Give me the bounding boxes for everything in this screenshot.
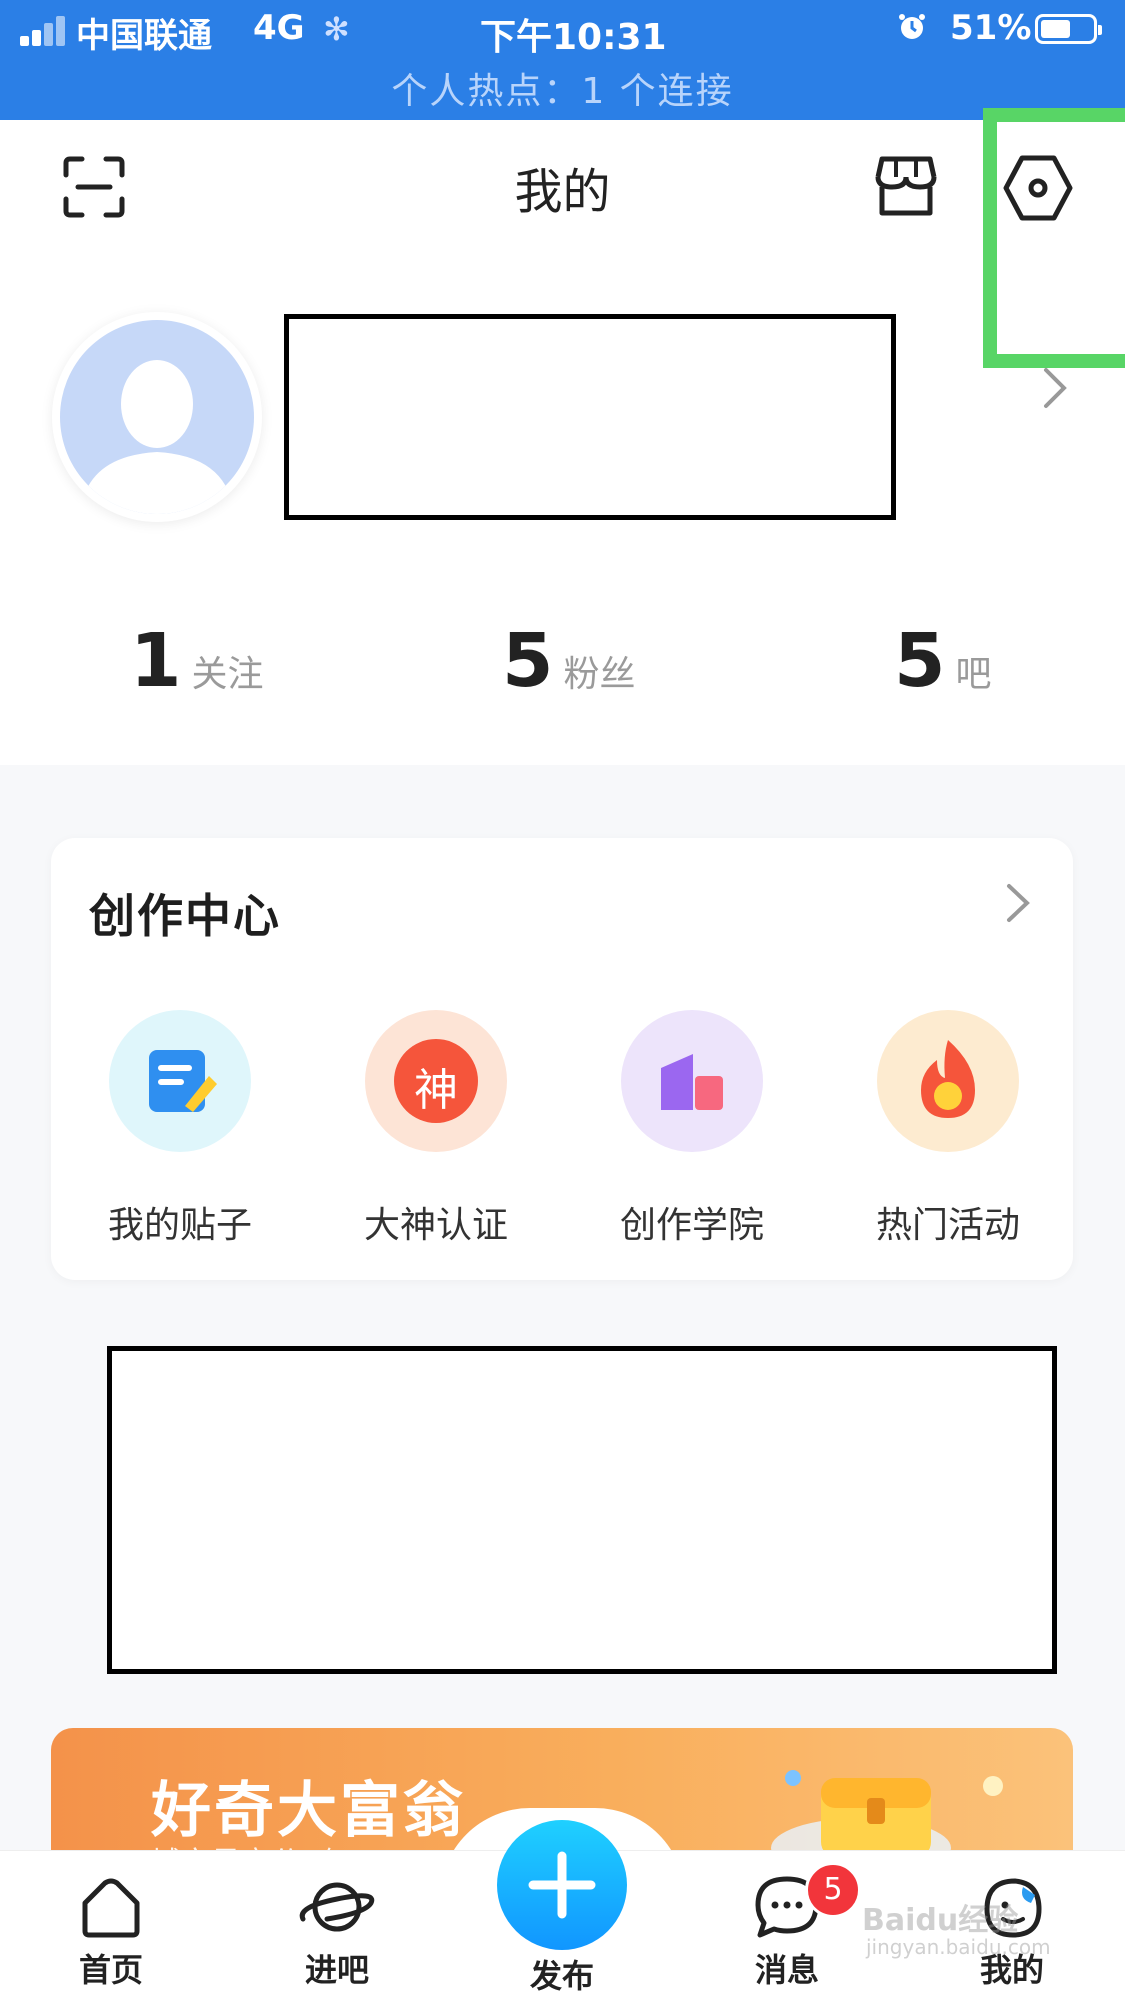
shen-badge-icon: 神 (365, 1010, 507, 1152)
battery-percent: 51% (950, 8, 1032, 48)
hotspot-indicator[interactable]: 个人热点：1 个连接 (0, 62, 1125, 114)
carrier-name: 中国联通 (76, 16, 212, 56)
username-redacted-box (284, 314, 896, 520)
publish-label: 发布 (529, 1957, 594, 1995)
watermark-text: Baidu经验 (862, 1903, 1019, 1938)
stat-fans[interactable]: 5 粉丝 (502, 618, 636, 704)
academy-icon (621, 1010, 763, 1152)
creation-center-card: 创作中心 我的贴子 神 大神认证 创作学院 热门活动 (51, 838, 1073, 1280)
publish-button[interactable] (497, 1820, 627, 1950)
banner-title: 好奇大富翁 (151, 1776, 466, 1846)
stat-forums[interactable]: 5吧 (894, 618, 992, 704)
page-title: 我的 (514, 164, 611, 220)
home-icon (82, 1878, 140, 1938)
chevron-right-icon[interactable] (1005, 882, 1031, 924)
clock: 下午10:31 (480, 17, 667, 58)
avatar[interactable] (52, 312, 262, 522)
plus-icon (528, 1851, 596, 1919)
signal-icon (20, 16, 68, 46)
flame-icon (877, 1010, 1019, 1152)
stat-following[interactable]: 1 关注 (130, 618, 264, 704)
creator-academy-item[interactable]: 创作学院 (592, 1010, 792, 1248)
battery-icon (1035, 14, 1102, 44)
chevron-right-icon[interactable] (1040, 366, 1070, 410)
settings-highlight-box (983, 108, 1125, 368)
my-posts-item[interactable]: 我的贴子 (80, 1010, 280, 1248)
post-edit-icon (109, 1010, 251, 1152)
store-icon[interactable] (872, 153, 940, 219)
unread-badge: 5 (805, 1862, 861, 1918)
status-bar: 中国联通 4G ✻ 下午10:31 51% 个人热点：1 个连接 (0, 0, 1125, 120)
network-type: 4G (253, 8, 305, 48)
creation-center-title[interactable]: 创作中心 (89, 880, 281, 946)
redacted-content-box (107, 1346, 1057, 1674)
alarm-icon (899, 14, 925, 39)
master-certification-item[interactable]: 神 大神认证 (336, 1010, 536, 1248)
loading-spinner-icon: ✻ (323, 10, 350, 48)
watermark-url: jingyan.baidu.com (866, 1935, 1051, 1959)
tab-forums[interactable]: 进吧 (272, 1875, 402, 1991)
default-avatar-icon (80, 360, 234, 514)
tab-home[interactable]: 首页 (46, 1875, 176, 1991)
planet-icon (299, 1882, 375, 1932)
hot-events-item[interactable]: 热门活动 (848, 1010, 1048, 1248)
